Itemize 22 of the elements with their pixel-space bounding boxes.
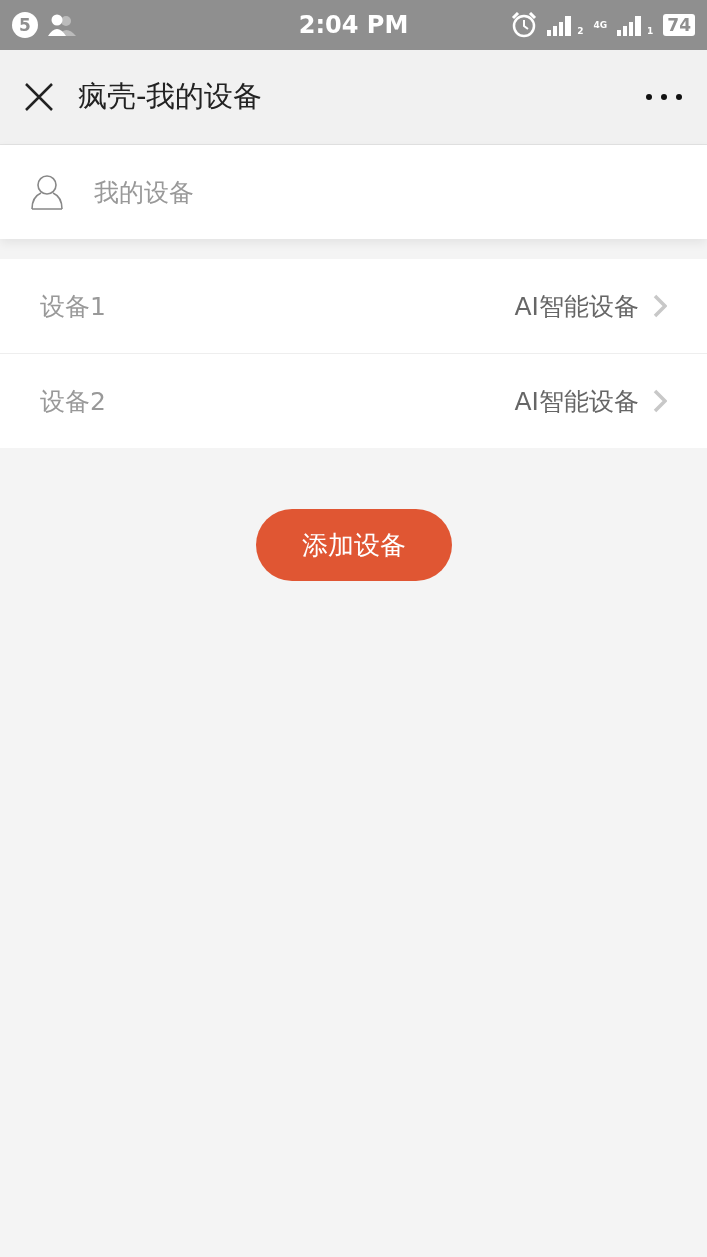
battery-level: 74 [663,14,695,36]
device-name: 设备2 [40,385,106,418]
user-icon [30,173,64,211]
device-type: AI智能设备 [514,385,639,418]
add-device-button[interactable]: 添加设备 [255,509,452,581]
notification-count: 5 [12,12,38,38]
chevron-icon [653,389,667,413]
section-label: 我的设备 [94,176,194,209]
page-title: 疯壳-我的设备 [78,78,263,115]
close-icon[interactable] [24,82,54,112]
chevron-icon [653,294,667,318]
device-row[interactable]: 设备2 AI智能设备 [0,353,707,448]
sim-label: 1 [647,26,654,36]
alarm-icon [511,12,538,38]
more-icon[interactable] [645,93,683,101]
network-label: 4G [593,20,608,30]
contacts-icon [48,14,78,36]
clock-time: 2:04 PM [297,11,410,39]
device-name: 设备1 [40,290,106,323]
sim-label: 2 [577,26,584,36]
device-row[interactable]: 设备1 AI智能设备 [0,259,707,353]
device-type: AI智能设备 [514,290,639,323]
